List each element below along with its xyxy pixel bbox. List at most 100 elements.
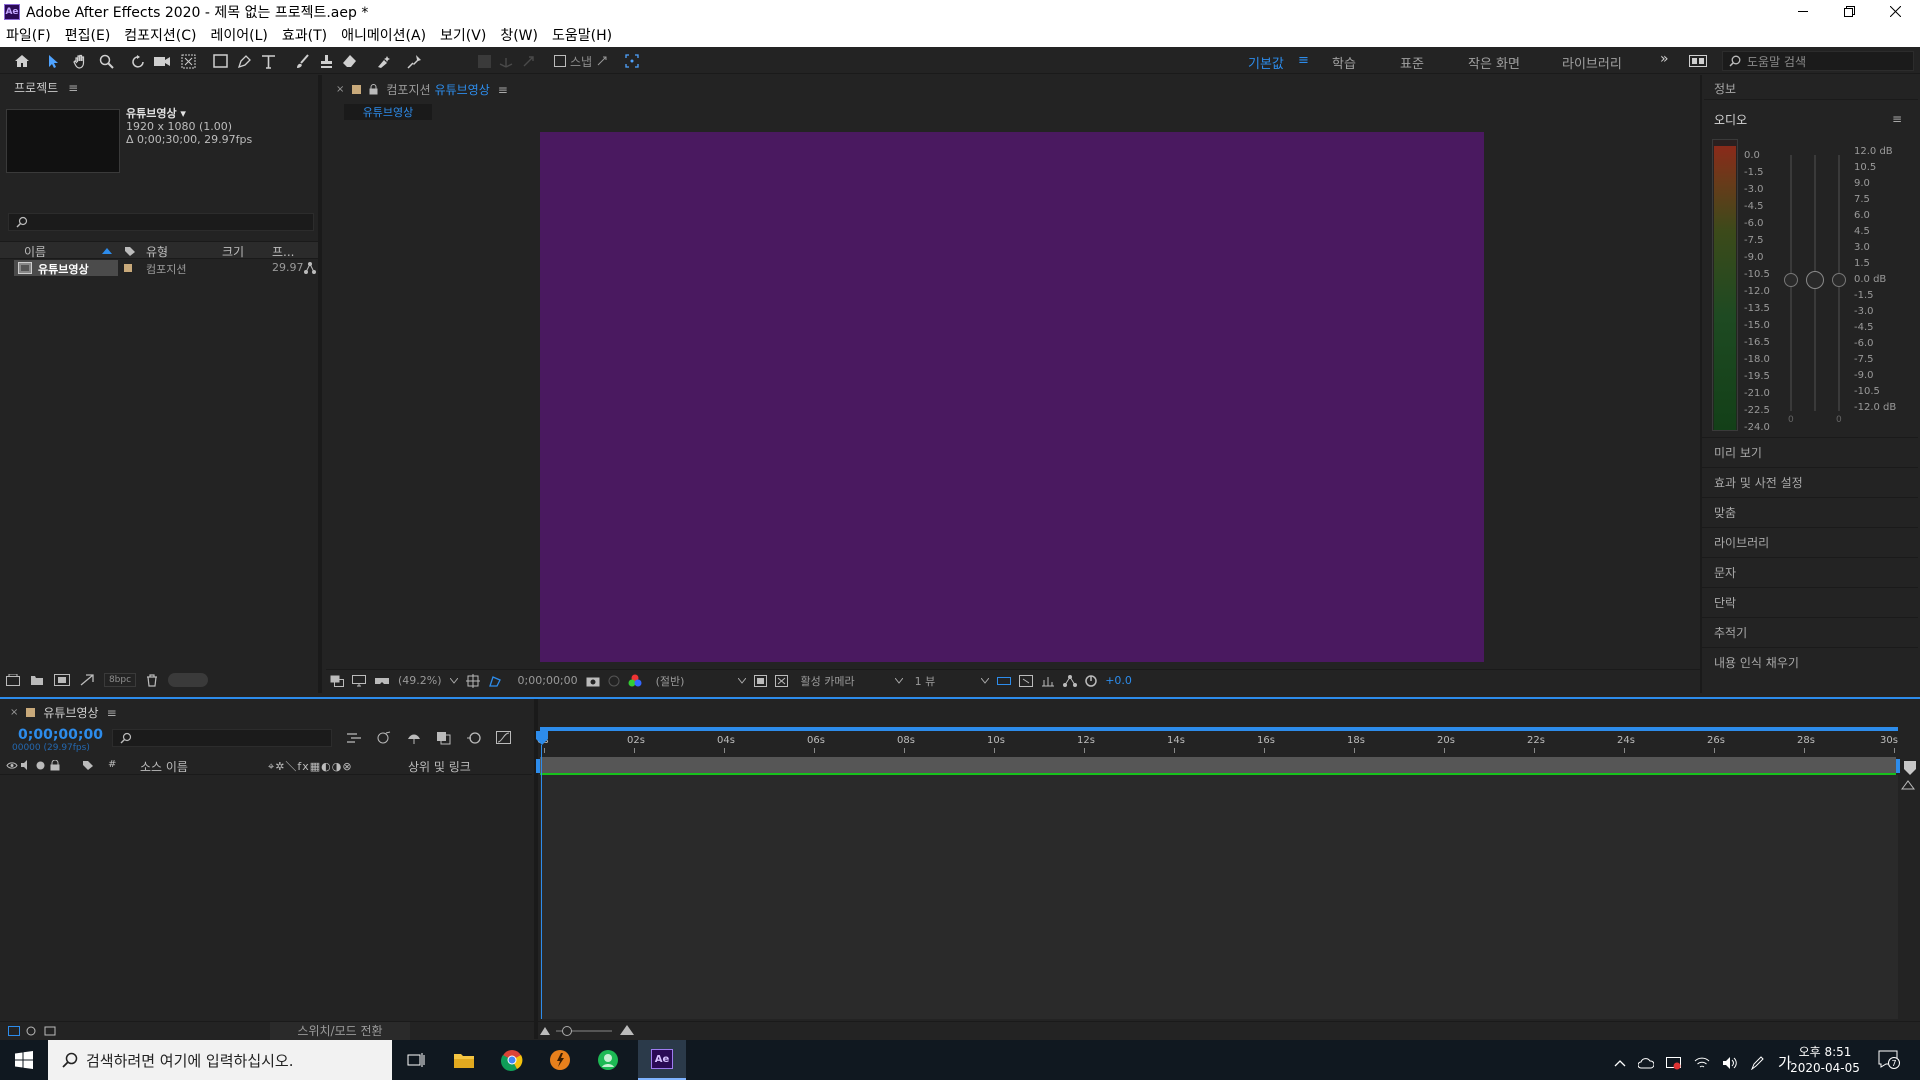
zoom-out-icon[interactable] bbox=[540, 1027, 550, 1035]
always-preview-icon[interactable] bbox=[330, 675, 344, 687]
rotate-tool-icon[interactable] bbox=[128, 52, 148, 70]
panel-section-2[interactable]: 효과 및 사전 설정 bbox=[1702, 467, 1918, 497]
security-alert-icon[interactable] bbox=[1666, 1056, 1682, 1070]
viewer-timecode[interactable]: 0;00;00;00 bbox=[518, 674, 578, 687]
zoom-in-icon[interactable] bbox=[620, 1025, 634, 1035]
sync-settings-icon[interactable] bbox=[1688, 52, 1708, 70]
selection-tool-icon[interactable] bbox=[44, 52, 64, 70]
onedrive-icon[interactable] bbox=[1638, 1056, 1654, 1070]
panel-section-5[interactable]: 문자 bbox=[1702, 557, 1918, 587]
project-search-input[interactable] bbox=[8, 213, 314, 231]
playhead-icon[interactable] bbox=[536, 731, 548, 745]
comp-button-icon[interactable] bbox=[1900, 779, 1916, 791]
hand-tool-icon[interactable] bbox=[70, 52, 90, 70]
panel-section-4[interactable]: 라이브러리 bbox=[1702, 527, 1918, 557]
menu-file[interactable]: 파일(F) bbox=[6, 25, 51, 45]
transparency-grid-icon[interactable] bbox=[775, 674, 789, 687]
camera-dropdown[interactable]: 활성 카메라 bbox=[800, 673, 854, 689]
project-row[interactable]: 유튜브영상 컴포지션 29.97 bbox=[0, 260, 318, 276]
resolution-dropdown[interactable]: (절반) bbox=[656, 673, 685, 689]
minimize-button[interactable] bbox=[1780, 0, 1826, 23]
trash-icon[interactable] bbox=[146, 673, 158, 687]
layer-switches-toggle-icon[interactable] bbox=[8, 1026, 20, 1036]
brush-tool-icon[interactable] bbox=[292, 52, 312, 70]
clone-stamp-tool-icon[interactable] bbox=[316, 52, 336, 70]
app-globe-icon[interactable] bbox=[584, 1040, 632, 1080]
bit-depth-button[interactable]: 8bpc bbox=[104, 673, 136, 687]
comp-menu-icon[interactable]: ≡ bbox=[498, 83, 508, 97]
camera-tool-icon[interactable] bbox=[152, 52, 172, 70]
panel-section-1[interactable]: 미리 보기 bbox=[1702, 437, 1918, 467]
close-tab-icon[interactable]: × bbox=[336, 84, 344, 95]
timeline-tab[interactable]: 유튜브영상 bbox=[43, 704, 98, 721]
snapshot-camera-icon[interactable] bbox=[586, 675, 600, 687]
panel-section-7[interactable]: 추적기 bbox=[1702, 617, 1918, 647]
views-dropdown[interactable]: 1 뷰 bbox=[915, 673, 936, 689]
file-explorer-icon[interactable] bbox=[440, 1040, 488, 1080]
project-tab[interactable]: 프로젝트 bbox=[14, 79, 58, 96]
workspace-learn[interactable]: 학습 bbox=[1332, 53, 1356, 72]
toggle-pixel-aspect-icon[interactable] bbox=[997, 675, 1012, 687]
audio-menu-icon[interactable]: ≡ bbox=[1892, 112, 1902, 126]
motion-blur-icon[interactable] bbox=[466, 731, 482, 745]
interpret-footage-icon[interactable] bbox=[6, 674, 20, 686]
roto-brush-tool-icon[interactable] bbox=[374, 52, 394, 70]
audio-slider-left-knob[interactable] bbox=[1784, 273, 1798, 287]
time-ruler[interactable]: 0s02s04s06s08s10s12s14s16s18s20s22s24s26… bbox=[537, 731, 1898, 753]
thumbnail-slider[interactable] bbox=[168, 673, 208, 687]
mask-visibility-icon[interactable] bbox=[488, 674, 502, 688]
vr-glasses-icon[interactable] bbox=[374, 675, 390, 687]
menu-effect[interactable]: 효과(T) bbox=[282, 25, 327, 45]
pen-workspace-icon[interactable] bbox=[1750, 1055, 1766, 1070]
exposure-value[interactable]: +0.0 bbox=[1105, 674, 1132, 687]
flowchart-view-icon[interactable] bbox=[1063, 674, 1078, 687]
grid-guides-icon[interactable] bbox=[465, 673, 480, 688]
puppet-pin-tool-icon[interactable] bbox=[404, 52, 424, 70]
frame-blending-icon[interactable] bbox=[436, 731, 452, 745]
comp-tab-name[interactable]: 유튜브영상 bbox=[435, 81, 490, 98]
snap-checkbox[interactable] bbox=[554, 55, 566, 67]
taskbar-search-input[interactable]: 검색하려면 여기에 입력하십시오. bbox=[48, 1040, 392, 1080]
menu-view[interactable]: 보기(V) bbox=[440, 25, 486, 45]
lock-icon[interactable] bbox=[369, 84, 378, 95]
pan-behind-tool-icon[interactable] bbox=[178, 52, 198, 70]
menu-edit[interactable]: 편집(E) bbox=[65, 25, 111, 45]
composition-canvas[interactable] bbox=[540, 132, 1484, 662]
comp-mini-flowchart-icon[interactable] bbox=[346, 731, 362, 745]
draft-3d-icon[interactable] bbox=[376, 731, 392, 745]
menu-window[interactable]: 창(W) bbox=[500, 25, 538, 45]
task-view-icon[interactable] bbox=[392, 1040, 440, 1080]
workspace-default-menu-icon[interactable]: ≡ bbox=[1298, 53, 1309, 68]
taskbar-clock[interactable]: 오후 8:51 2020-04-05 bbox=[1780, 1044, 1870, 1076]
in-out-toggle-icon[interactable] bbox=[44, 1026, 56, 1036]
kakaotalk-pc-icon[interactable] bbox=[536, 1040, 584, 1080]
transfer-controls-toggle-icon[interactable] bbox=[26, 1026, 38, 1036]
pen-tool-icon[interactable] bbox=[234, 52, 254, 70]
region-of-interest-icon[interactable] bbox=[754, 674, 768, 687]
menu-help[interactable]: 도움말(H) bbox=[552, 25, 612, 45]
timeline-timecode[interactable]: 0;00;00;00 bbox=[18, 727, 103, 743]
restore-button[interactable] bbox=[1826, 0, 1872, 23]
comp-subtab[interactable]: 유튜브영상 bbox=[344, 104, 432, 120]
more-workspaces-icon[interactable]: » bbox=[1660, 51, 1669, 67]
channels-icon[interactable] bbox=[628, 674, 642, 687]
timeline-search-input[interactable] bbox=[112, 729, 332, 747]
close-timeline-icon[interactable]: × bbox=[10, 707, 18, 718]
audio-slider-center-knob[interactable] bbox=[1806, 271, 1824, 289]
project-menu-icon[interactable]: ≡ bbox=[68, 81, 78, 95]
tray-chevron-up-icon[interactable] bbox=[1614, 1058, 1626, 1068]
timeline-icon[interactable] bbox=[1041, 675, 1055, 687]
wifi-icon[interactable] bbox=[1694, 1056, 1710, 1070]
reset-exposure-icon[interactable] bbox=[1085, 674, 1097, 687]
fast-previews-icon[interactable] bbox=[1019, 674, 1034, 687]
notification-center-icon[interactable]: 7 bbox=[1878, 1050, 1900, 1070]
menu-layer[interactable]: 레이어(L) bbox=[211, 25, 268, 45]
zoom-tool-icon[interactable] bbox=[96, 52, 116, 70]
timeline-zoom-knob[interactable] bbox=[562, 1026, 572, 1036]
shy-layers-icon[interactable] bbox=[406, 731, 422, 745]
layer-in-point[interactable] bbox=[536, 759, 540, 773]
audio-panel-tab[interactable]: 오디오 bbox=[1714, 111, 1747, 128]
solo-icon[interactable] bbox=[36, 761, 45, 770]
project-item-name[interactable]: 유튜브영상 ▾ bbox=[126, 107, 252, 120]
eraser-tool-icon[interactable] bbox=[340, 52, 360, 70]
